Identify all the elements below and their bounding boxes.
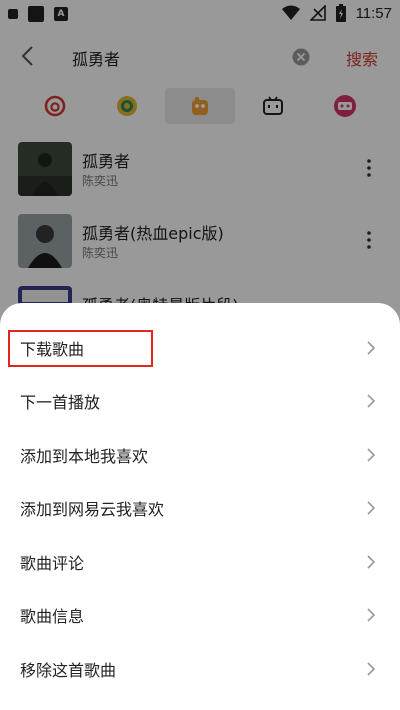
chevron-right-icon	[367, 662, 376, 676]
menu-item-play-next[interactable]: 下一首播放	[0, 375, 400, 429]
menu-item-label: 下一首播放	[20, 393, 101, 413]
menu-item-label: 歌曲信息	[20, 607, 85, 627]
highlight-box	[8, 330, 153, 367]
menu-item-add-local-favorite[interactable]: 添加到本地我喜欢	[0, 428, 400, 482]
menu-item-comments[interactable]: 歌曲评论	[0, 535, 400, 589]
chevron-right-icon	[367, 501, 376, 515]
menu-item-label: 添加到本地我喜欢	[20, 446, 149, 466]
menu-item-add-netease-favorite[interactable]: 添加到网易云我喜欢	[0, 482, 400, 536]
chevron-right-icon	[367, 555, 376, 569]
menu-item-song-info[interactable]: 歌曲信息	[0, 589, 400, 643]
song-action-sheet: 下载歌曲 下一首播放 添加到本地我喜欢 添加到网易云我喜欢 歌曲评论 歌曲信息 …	[0, 303, 400, 710]
chevron-right-icon	[367, 608, 376, 622]
menu-item-label: 移除这首歌曲	[20, 660, 117, 680]
chevron-right-icon	[367, 394, 376, 408]
menu-item-remove-song[interactable]: 移除这首歌曲	[0, 642, 400, 696]
menu-item-label: 添加到网易云我喜欢	[20, 500, 165, 520]
chevron-right-icon	[367, 448, 376, 462]
chevron-right-icon	[367, 341, 376, 355]
menu-item-label: 歌曲评论	[20, 553, 85, 573]
